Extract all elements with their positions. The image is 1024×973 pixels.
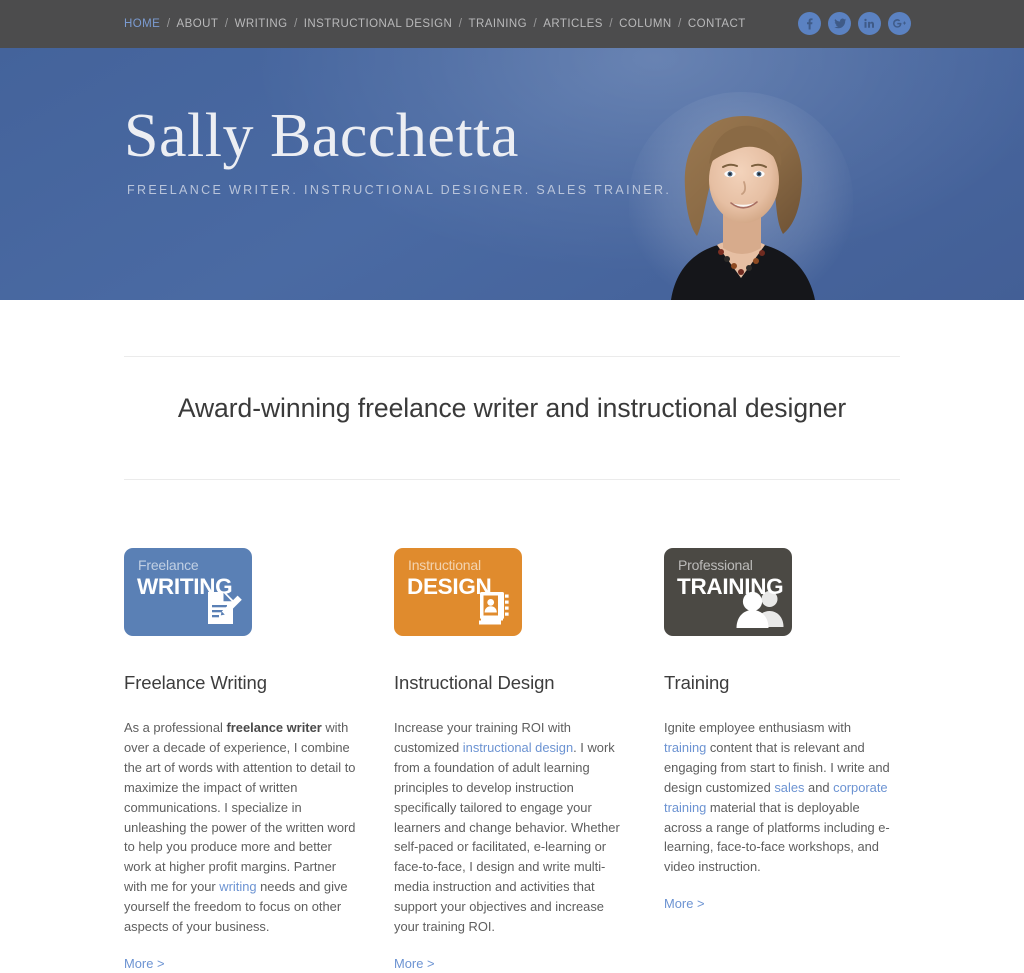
nav-item-column[interactable]: COLUMN xyxy=(619,18,672,30)
facebook-icon[interactable] xyxy=(798,12,821,35)
nav-item-articles[interactable]: ARTICLES xyxy=(543,18,603,30)
document-pencil-icon xyxy=(201,586,245,630)
site-tagline: FREELANCE WRITER. INSTRUCTIONAL DESIGNER… xyxy=(127,183,672,197)
inline-link-sales[interactable]: sales xyxy=(774,780,804,795)
nav-separator: / xyxy=(294,18,298,30)
service-title: Freelance Writing xyxy=(124,672,267,693)
nav-separator: / xyxy=(678,18,682,30)
service-column: Professional TRAINING Training Ignite emplo… xyxy=(664,548,896,973)
nav-separator: / xyxy=(458,18,462,30)
service-tile-training[interactable]: Professional TRAINING xyxy=(664,548,792,636)
main-nav: HOME / ABOUT / WRITING / INSTRUCTIONAL DESIGN /… xyxy=(124,18,746,30)
more-link[interactable]: More > xyxy=(394,956,434,971)
more-link[interactable]: More > xyxy=(124,956,164,971)
body-text: Ignite employee enthusiasm with xyxy=(664,720,852,735)
service-tile-writing[interactable]: Freelance WRITING xyxy=(124,548,252,636)
site-title: Sally Bacchetta xyxy=(124,102,519,170)
service-description: Ignite employee enthusiasm with training… xyxy=(664,718,896,877)
top-navigation-bar: HOME / ABOUT / WRITING / INSTRUCTIONAL DESIGN /… xyxy=(0,0,1024,48)
portrait-photo xyxy=(629,92,853,300)
body-text: As a professional xyxy=(124,720,227,735)
inline-link-writing[interactable]: writing xyxy=(219,879,256,894)
nav-separator: / xyxy=(533,18,537,30)
tile-small-label: Professional xyxy=(678,557,753,573)
nav-item-writing[interactable]: WRITING xyxy=(235,18,288,30)
twitter-icon[interactable] xyxy=(828,12,851,35)
nav-item-instructional-design[interactable]: INSTRUCTIONAL DESIGN xyxy=(304,18,453,30)
service-tile-design[interactable]: Instructional DESIGN xyxy=(394,548,522,636)
service-description: Increase your training ROI with customiz… xyxy=(394,718,626,937)
linkedin-icon[interactable] xyxy=(858,12,881,35)
inline-link-training[interactable]: training xyxy=(664,740,706,755)
service-title: Training xyxy=(664,672,730,693)
body-text: with over a decade of experience, I comb… xyxy=(124,720,356,895)
two-people-icon xyxy=(735,586,785,630)
main-content: Award-winning freelance writer and instr… xyxy=(0,356,1024,973)
hero-banner: Sally Bacchetta FREELANCE WRITER. INSTRU… xyxy=(0,48,1024,300)
nav-separator: / xyxy=(166,18,171,30)
service-column: Freelance WRITING Freelance Writing As a pr… xyxy=(124,548,356,973)
google-plus-icon[interactable] xyxy=(888,12,911,35)
inline-link-instructional-design[interactable]: instructional design xyxy=(463,740,573,755)
hero-text-block: Sally Bacchetta FREELANCE WRITER. INSTRU… xyxy=(124,105,671,197)
body-text: and xyxy=(804,779,834,795)
nav-item-about[interactable]: ABOUT xyxy=(177,18,219,30)
nav-item-home[interactable]: HOME xyxy=(124,18,160,30)
body-text: . I work from a foundation of adult lear… xyxy=(394,739,620,935)
social-links xyxy=(798,12,911,35)
service-description: As a professional freelance writer with … xyxy=(124,718,356,937)
emphasis-text: freelance writer xyxy=(226,720,322,735)
more-link[interactable]: More > xyxy=(664,896,704,911)
service-columns: Freelance WRITING Freelance Writing As a pr… xyxy=(124,480,900,973)
page-headline: Award-winning freelance writer and instr… xyxy=(177,393,847,423)
contact-book-icon xyxy=(471,586,515,630)
service-title: Instructional Design xyxy=(394,672,555,693)
tile-small-label: Instructional xyxy=(408,557,481,573)
tile-small-label: Freelance xyxy=(138,557,199,573)
nav-separator: / xyxy=(609,18,613,30)
nav-item-training[interactable]: TRAINING xyxy=(469,18,528,30)
nav-item-contact[interactable]: CONTACT xyxy=(688,18,746,30)
service-column: Instructional DESIGN Instructional Design I… xyxy=(394,548,626,973)
nav-separator: / xyxy=(224,18,229,30)
